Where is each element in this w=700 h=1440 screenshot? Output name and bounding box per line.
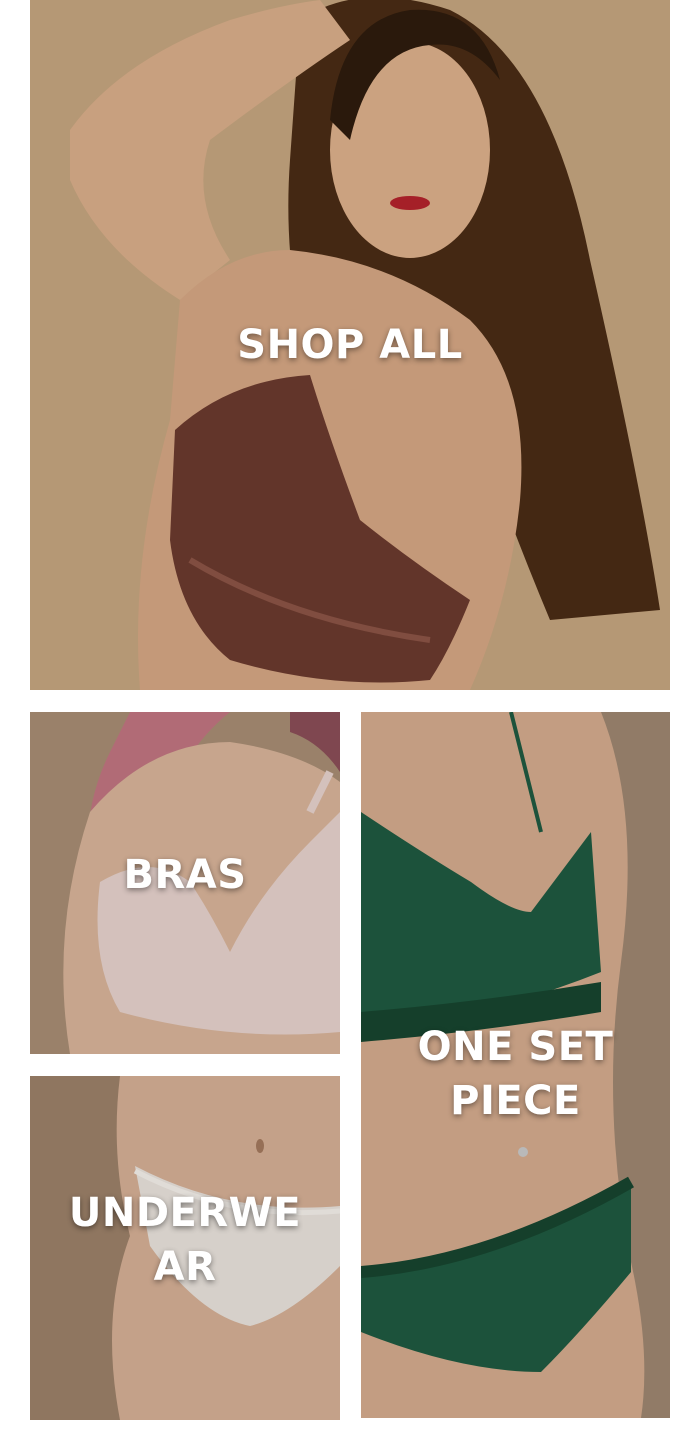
category-tile-shop-all[interactable]: SHOP ALL bbox=[30, 0, 670, 690]
bras-label: BRAS bbox=[123, 852, 247, 898]
shop-all-label: SHOP ALL bbox=[237, 322, 463, 368]
category-tile-bras[interactable]: BRAS bbox=[30, 712, 340, 1054]
one-set-piece-label: ONE SET PIECE bbox=[417, 1024, 614, 1124]
category-tile-one-set-piece[interactable]: ONE SET PIECE bbox=[361, 712, 670, 1418]
underwear-label: UNDERWEAR bbox=[68, 1190, 302, 1290]
category-tile-underwear[interactable]: UNDERWEAR bbox=[30, 1076, 340, 1420]
